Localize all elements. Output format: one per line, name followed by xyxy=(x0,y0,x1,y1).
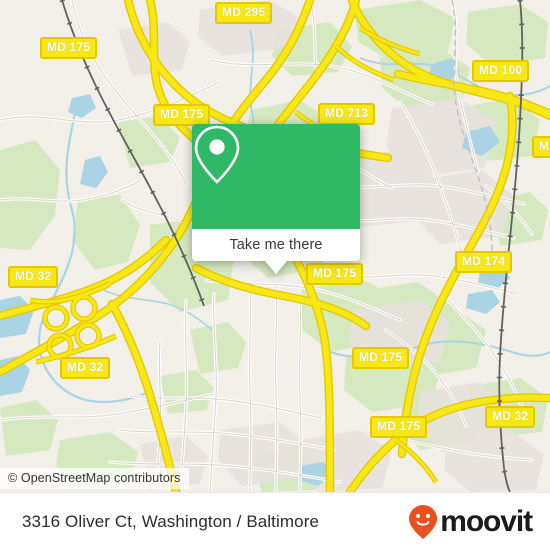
highway-shield[interactable]: MD 175 xyxy=(306,263,364,285)
highway-shield[interactable]: MD 32 xyxy=(8,266,59,288)
highway-shield[interactable]: MD 100 xyxy=(472,60,530,82)
take-me-there-button[interactable]: Take me there xyxy=(192,229,360,261)
popup-card: Take me there xyxy=(192,124,360,261)
highway-shield[interactable]: MD 32 xyxy=(60,357,111,379)
moovit-logo[interactable]: moovit xyxy=(408,504,533,540)
map-canvas[interactable]: MD 295 MD 175 MD 100 MD 175 MD 713 MD 99… xyxy=(0,0,550,492)
address-label: 3316 Oliver Ct, Washington / Baltimore xyxy=(22,511,320,531)
popup-header xyxy=(192,124,360,229)
map-screen: MD 295 MD 175 MD 100 MD 175 MD 713 MD 99… xyxy=(0,0,550,550)
highway-shield[interactable]: MD 175 xyxy=(153,104,211,126)
highway-shield[interactable]: MD 174 xyxy=(455,251,513,273)
highway-shield[interactable]: MD 175 xyxy=(40,37,98,59)
footer-bar: 3316 Oliver Ct, Washington / Baltimore m… xyxy=(0,492,550,550)
highway-shield[interactable]: MD 32 xyxy=(485,406,536,428)
location-pin-icon xyxy=(194,125,240,184)
moovit-wordmark: moovit xyxy=(440,504,533,538)
take-me-there-label: Take me there xyxy=(229,237,323,253)
popup-tail xyxy=(265,261,287,274)
map-attribution[interactable]: © OpenStreetMap contributors xyxy=(0,468,189,489)
location-popup[interactable]: Take me there xyxy=(192,124,360,274)
highway-shield[interactable]: MD 713 xyxy=(318,103,376,125)
highway-shield[interactable]: MD 295 xyxy=(215,2,273,24)
moovit-pin-icon xyxy=(409,504,438,539)
highway-shield[interactable]: MD 175 xyxy=(370,416,428,438)
highway-shield[interactable]: MD 999 xyxy=(532,136,550,158)
highway-shield[interactable]: MD 175 xyxy=(352,347,410,369)
